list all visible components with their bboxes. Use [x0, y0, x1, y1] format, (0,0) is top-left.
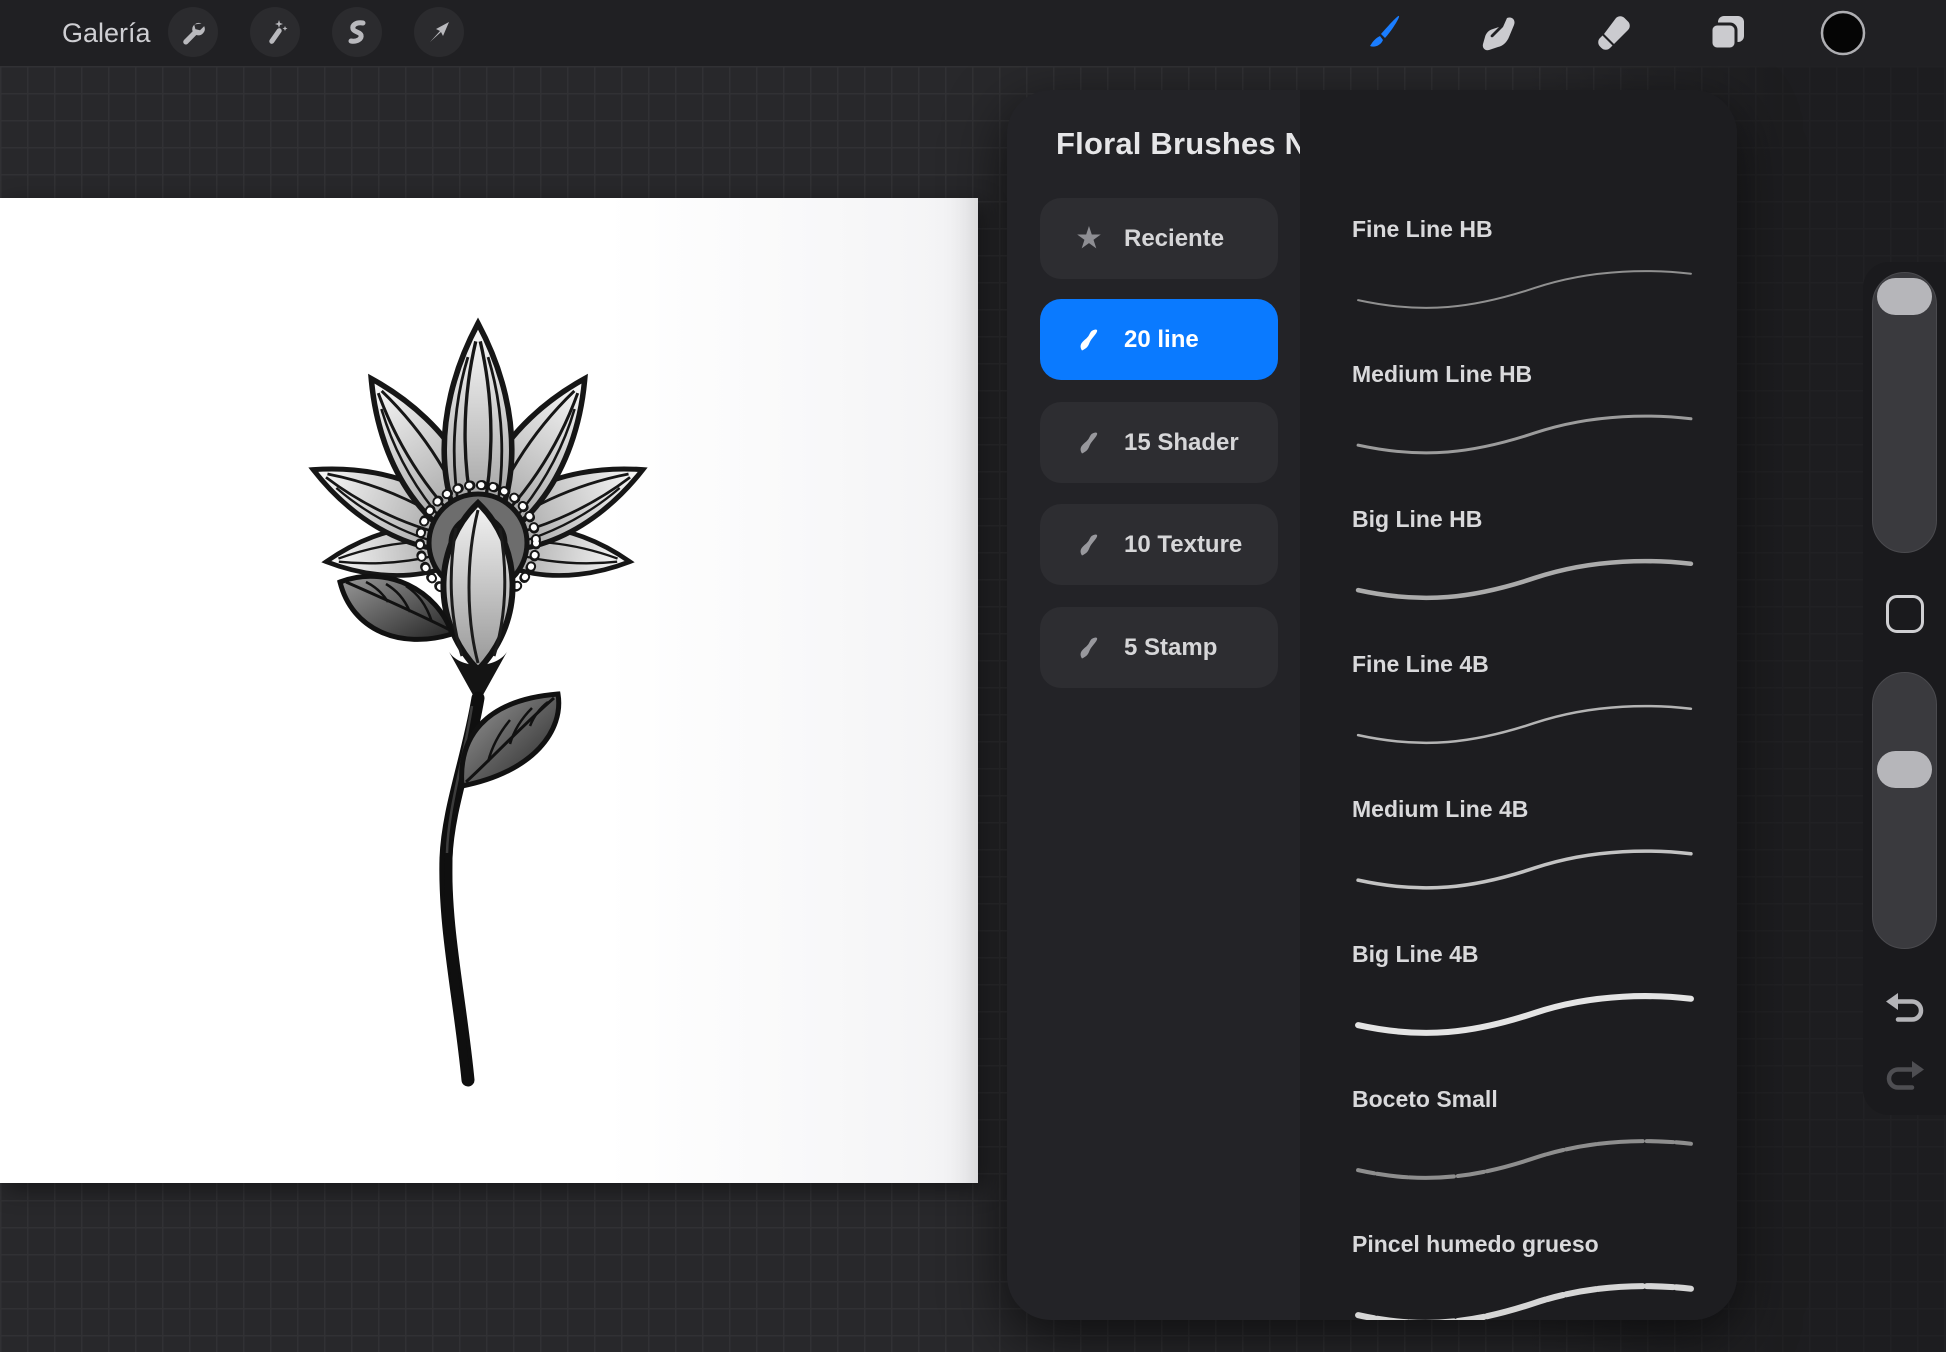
active-color-circle	[1819, 9, 1867, 57]
paintbrush-icon	[1361, 12, 1403, 54]
star-icon: ★	[1074, 225, 1104, 252]
modify-button[interactable]	[1886, 595, 1924, 633]
group-label: 5 Stamp	[1124, 634, 1217, 662]
brush-item[interactable]: Medium Line 4B	[1300, 774, 1737, 919]
sidebar-controls	[1863, 262, 1946, 1115]
transform-arrow-icon	[426, 19, 452, 45]
top-toolbar: Galería	[0, 0, 1946, 66]
brush-list: Fine Line HB Medium Line HB Big Line HB …	[1300, 90, 1737, 1320]
brush-item[interactable]: Big Line HB	[1300, 484, 1737, 629]
layers-icon	[1706, 12, 1748, 54]
brush-swoosh-icon	[1074, 326, 1104, 354]
group-label: 10 Texture	[1124, 531, 1242, 559]
stroke-preview	[1352, 1129, 1697, 1191]
brush-opacity-slider[interactable]	[1872, 672, 1937, 949]
undo-button[interactable]	[1881, 990, 1929, 1026]
gallery-button[interactable]: Galería	[62, 0, 151, 66]
stroke-preview	[1352, 839, 1697, 901]
brush-item[interactable]: Pincel humedo grueso	[1300, 1209, 1737, 1320]
brush-tool-button[interactable]	[1356, 7, 1408, 59]
group-label: Reciente	[1124, 225, 1224, 253]
stroke-preview	[1352, 984, 1697, 1046]
stroke-preview	[1352, 1274, 1697, 1320]
brush-item[interactable]: Big Line 4B	[1300, 919, 1737, 1064]
brush-size-handle[interactable]	[1877, 278, 1932, 315]
group-reciente[interactable]: ★ Reciente	[1040, 198, 1278, 279]
wrench-icon	[179, 18, 207, 46]
magic-wand-icon	[261, 18, 289, 46]
stroke-preview	[1352, 259, 1697, 321]
brush-opacity-handle[interactable]	[1877, 751, 1932, 788]
stroke-preview	[1352, 694, 1697, 756]
brush-item[interactable]: Fine Line HB	[1300, 194, 1737, 339]
actions-button[interactable]	[168, 7, 218, 57]
eraser-tool-button[interactable]	[1587, 7, 1639, 59]
brush-group-column: ★ Reciente 20 line 15 Shader 10 Texture …	[1007, 90, 1300, 1320]
group-5-stamp[interactable]: 5 Stamp	[1040, 607, 1278, 688]
brush-item[interactable]: Fine Line 4B	[1300, 629, 1737, 774]
brush-swoosh-icon	[1074, 531, 1104, 559]
stroke-preview	[1352, 404, 1697, 466]
redo-icon	[1884, 1060, 1926, 1092]
brush-item[interactable]: Medium Line HB	[1300, 339, 1737, 484]
undo-icon	[1884, 992, 1926, 1024]
brush-item[interactable]: Boceto Small	[1300, 1064, 1737, 1209]
eraser-icon	[1592, 12, 1634, 54]
group-15-shader[interactable]: 15 Shader	[1040, 402, 1278, 483]
smudge-finger-icon	[1477, 12, 1519, 54]
brush-swoosh-icon	[1074, 634, 1104, 662]
adjustments-button[interactable]	[250, 7, 300, 57]
smudge-tool-button[interactable]	[1472, 7, 1524, 59]
layers-button[interactable]	[1701, 7, 1753, 59]
selection-s-icon	[344, 19, 370, 45]
brush-library-panel: Floral Brushes Ngasi ★ Reciente 20 line …	[1007, 90, 1737, 1320]
group-10-texture[interactable]: 10 Texture	[1040, 504, 1278, 585]
redo-button[interactable]	[1881, 1058, 1929, 1094]
flower-artwork	[0, 198, 978, 1183]
drawing-canvas[interactable]	[0, 198, 978, 1183]
brush-swoosh-icon	[1074, 429, 1104, 457]
group-label: 15 Shader	[1124, 429, 1239, 457]
group-label: 20 line	[1124, 326, 1199, 354]
stroke-preview	[1352, 549, 1697, 611]
transform-button[interactable]	[414, 7, 464, 57]
selection-button[interactable]	[332, 7, 382, 57]
group-20-line[interactable]: 20 line	[1040, 299, 1278, 380]
brush-size-slider[interactable]	[1872, 272, 1937, 553]
color-swatch-button[interactable]	[1817, 7, 1869, 59]
